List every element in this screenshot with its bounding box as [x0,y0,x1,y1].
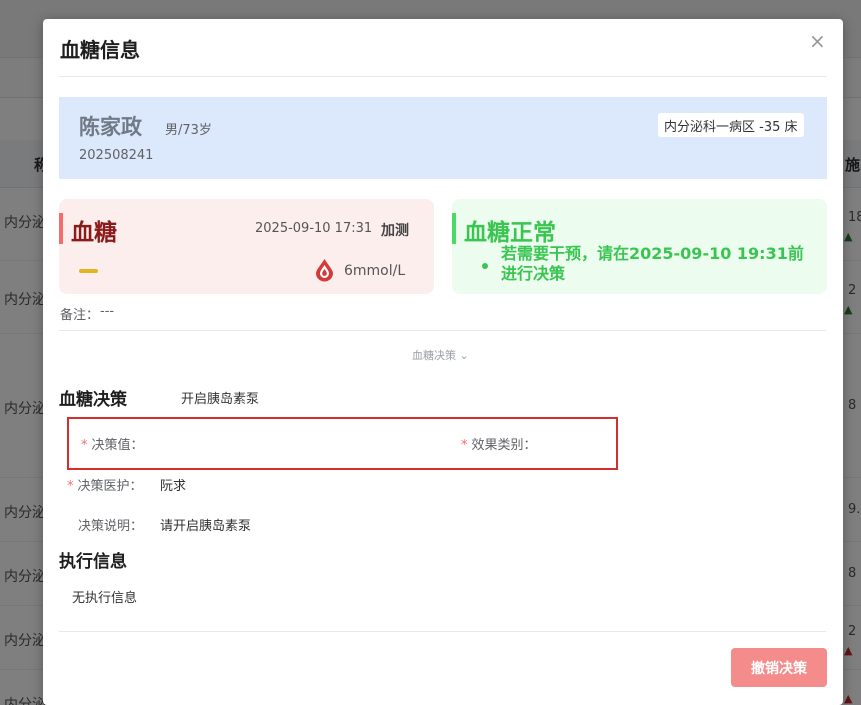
cancel-decision-button[interactable]: 撤销决策 [731,648,827,687]
decision-text: 开启胰岛素泵 [181,392,260,407]
patient-info-panel: 陈家政 男/73岁 202508241 内分泌科一病区 -35 床 [59,97,827,179]
patient-id: 202508241 [79,148,154,163]
glucose-status-card: 血糖正常 若需要干预，请在2025-09-10 19:31前进行决策 [452,199,827,294]
decision-value-label-text: 决策值： [91,438,144,453]
effect-category-label: * 效果类别： [461,434,537,453]
status-message: 若需要干预，请在2025-09-10 19:31前进行决策 [501,244,804,283]
glucose-trend-dash [79,269,98,273]
glucose-card: 血糖 2025-09-10 17:31 加测 6mmol/L [59,199,434,294]
decision-nurse-value: 阮求 [160,479,187,494]
dialog-title: 血糖信息 [60,38,140,62]
glucose-accent-bar [59,213,63,244]
required-mark: * [67,479,74,494]
decision-nurse-label: * 决策医护： [67,475,143,494]
divider [59,330,826,331]
glucose-tag: 加测 [381,223,409,239]
patient-name: 陈家政 [79,115,142,139]
execution-empty-text: 无执行信息 [72,591,138,606]
status-title: 血糖正常 [464,220,556,246]
ward-badge: 内分泌科一病区 -35 床 [658,113,804,137]
blood-drop-icon [316,259,333,282]
title-divider [59,76,826,77]
decision-desc-value: 请开启胰岛素泵 [160,519,252,534]
footer-divider [59,631,826,632]
effect-category-label-text: 效果类别： [471,438,537,453]
status-accent-bar [452,213,456,244]
glucose-info-dialog: 血糖信息 × 陈家政 男/73岁 202508241 内分泌科一病区 -35 床… [43,19,843,705]
decision-desc-label: 决策说明： [78,519,144,534]
patient-sex-age: 男/73岁 [165,123,212,138]
decision-section-title: 血糖决策 [59,390,127,410]
glucose-value: 6mmol/L [344,263,406,279]
decision-collapse-toggle[interactable]: 血糖决策 ⌄ [412,347,469,363]
note-label: 备注： [60,308,100,323]
decision-nurse-label-text: 决策医护： [77,479,143,494]
glucose-title: 血糖 [71,220,117,246]
execution-section-title: 执行信息 [59,552,127,572]
glucose-time: 2025-09-10 17:31 [255,221,373,236]
decision-value-label: * 决策值： [81,434,144,453]
required-mark: * [81,438,88,453]
close-icon[interactable]: × [809,29,826,53]
required-mark: * [461,438,468,453]
note-value: --- [100,304,115,319]
status-bullet [482,263,488,269]
